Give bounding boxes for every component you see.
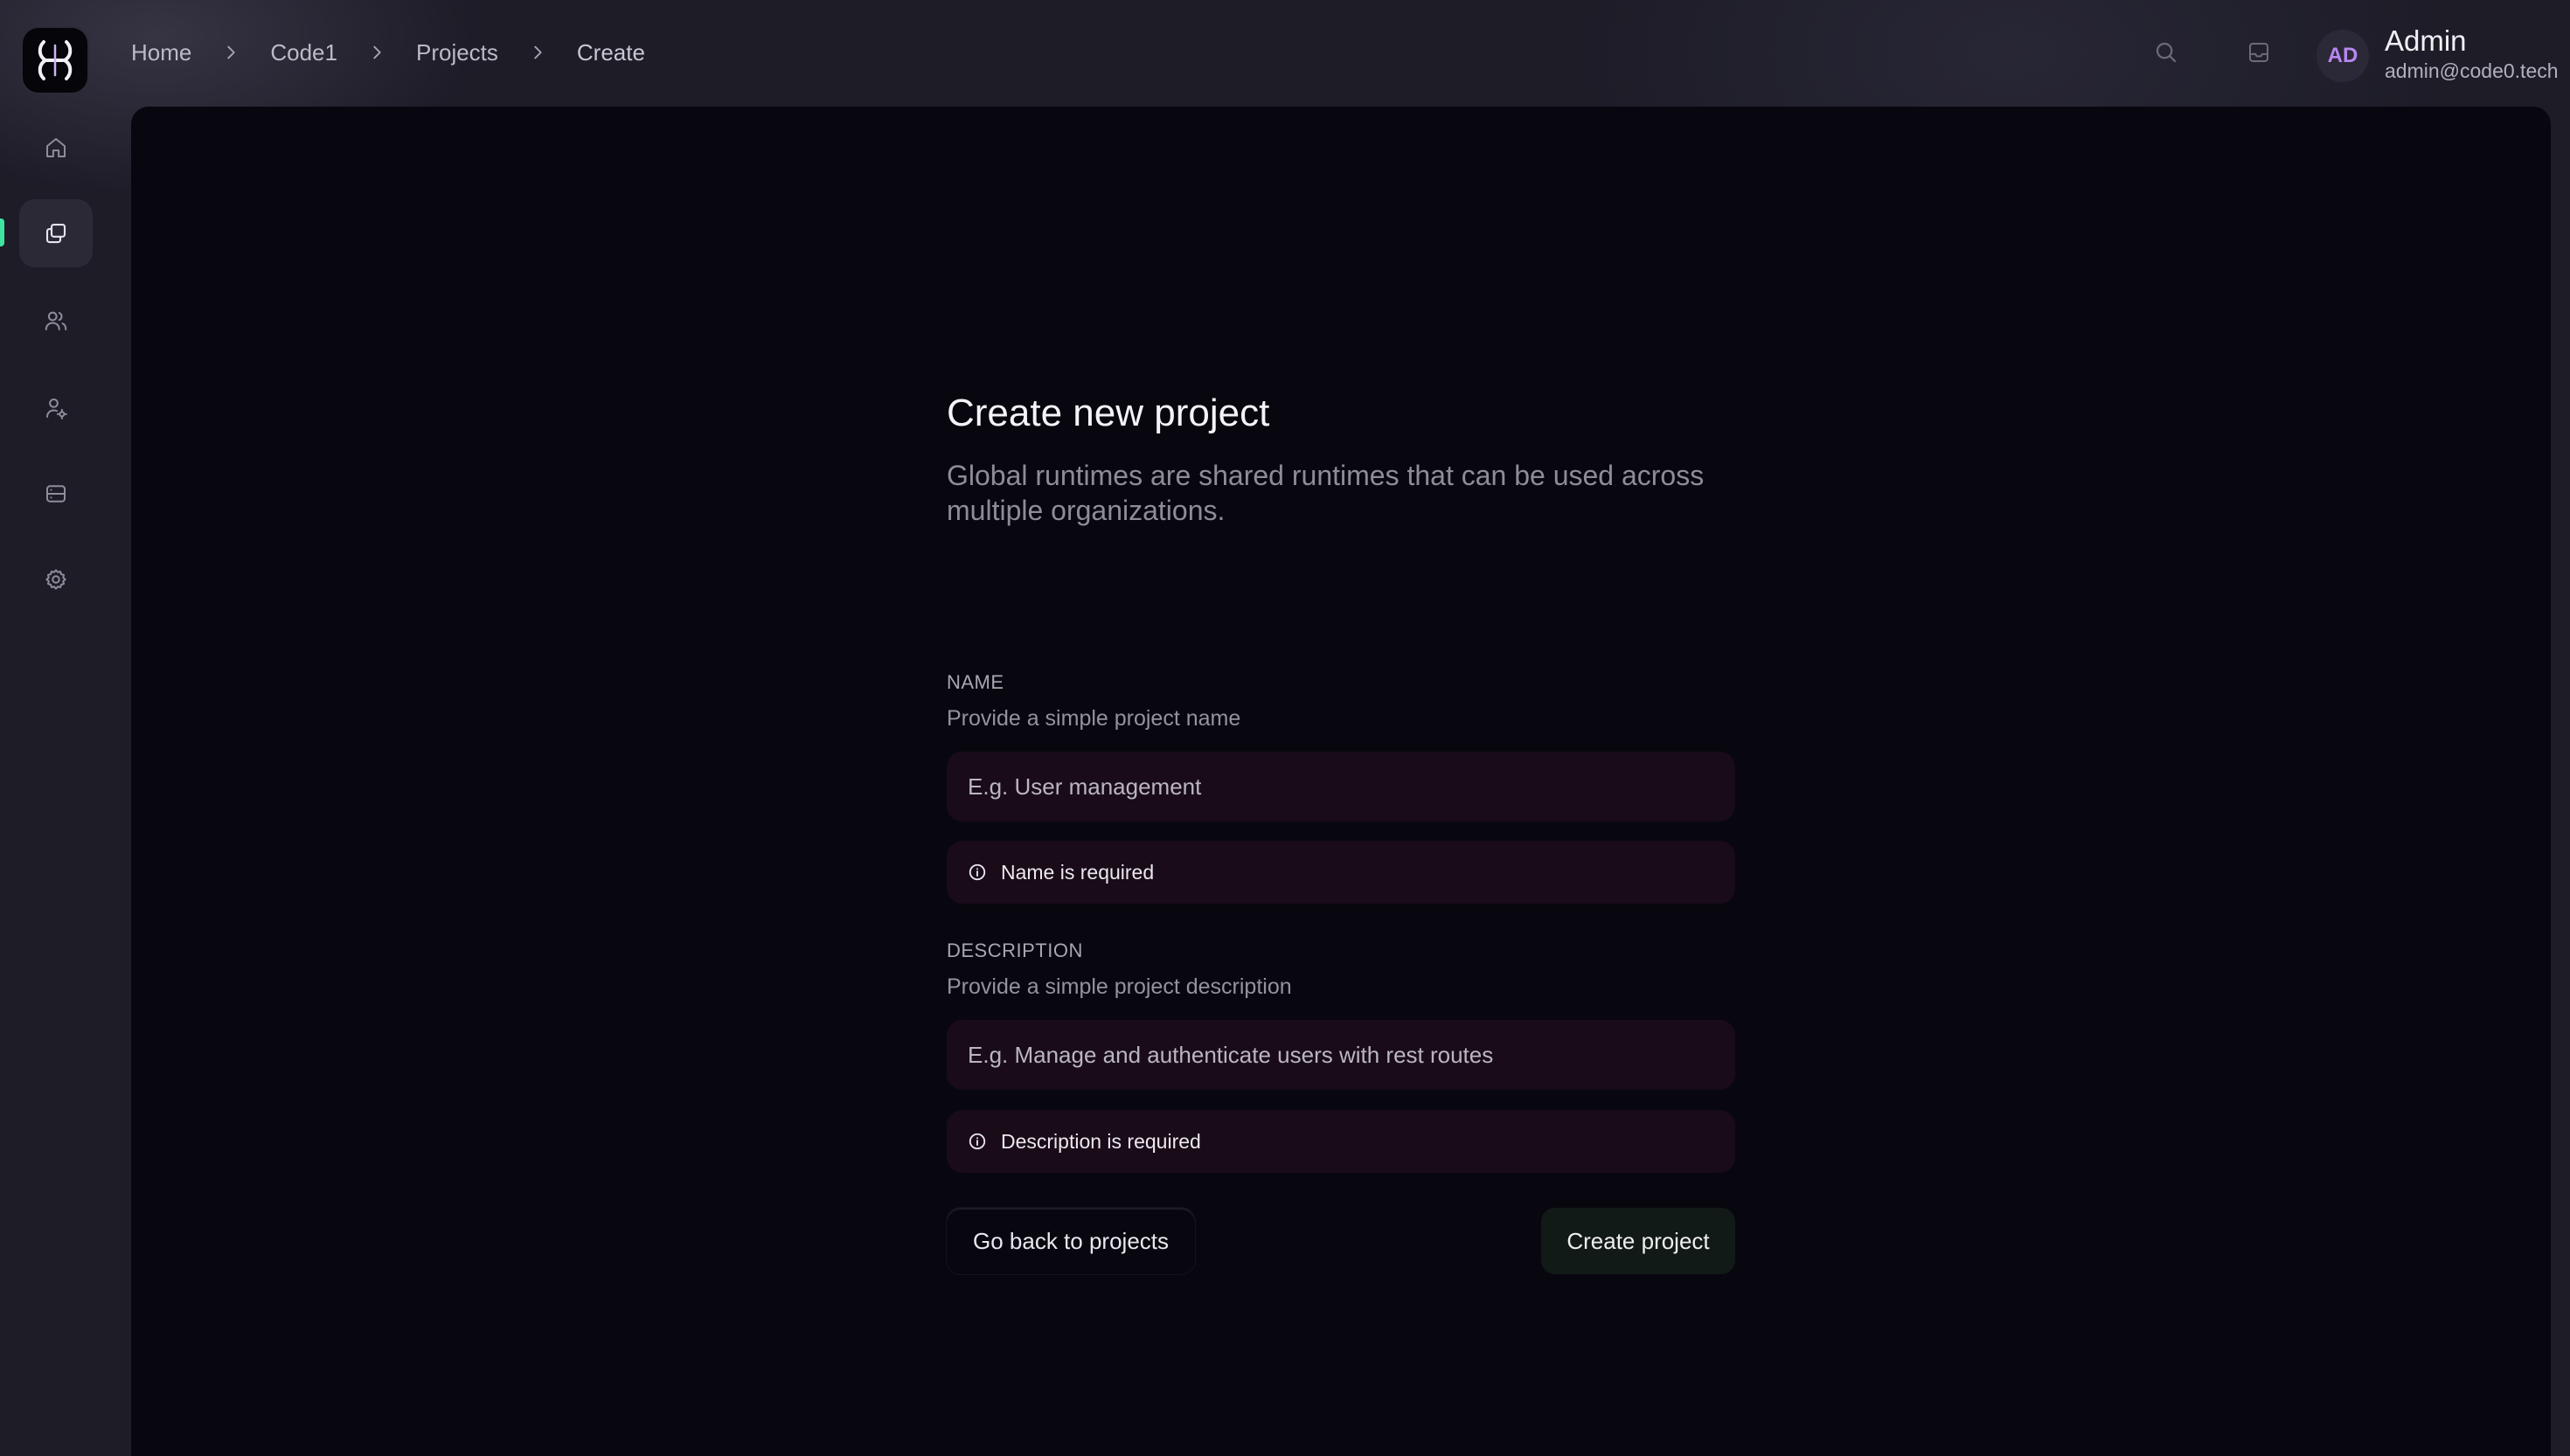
settings-icon [45,569,66,590]
active-nav-indicator [0,218,4,246]
page-subtitle: Global runtimes are shared runtimes that… [947,460,1705,526]
page-title: Create new project [947,392,1270,434]
sidebar-item-server[interactable] [19,460,93,528]
sidebar-item-user-settings[interactable] [19,374,93,442]
sidebar-item-projects[interactable] [19,199,93,267]
chevron-right-icon [528,43,547,62]
chevron-right-icon [367,43,386,62]
name-label: NAME [947,671,1004,693]
sidebar [0,0,131,1456]
users-icon [45,311,67,330]
breadcrumb-home[interactable]: Home [131,39,191,66]
avatar[interactable]: AD [2316,30,2369,82]
project-name-input[interactable] [947,752,1735,822]
sidebar-item-home[interactable] [19,114,93,182]
main-panel: Create new project Global runtimes are s… [131,107,2551,1456]
chevron-right-icon [221,43,240,62]
name-error: Name is required [947,841,1735,904]
search-icon [2156,42,2177,63]
sidebar-item-users[interactable] [19,287,93,355]
go-back-button[interactable]: Go back to projects [947,1208,1195,1274]
name-hint: Provide a simple project name [947,706,1241,731]
description-error: Description is required [947,1110,1735,1173]
info-circle-icon [969,1133,986,1150]
breadcrumb-organization[interactable]: Code1 [270,39,337,66]
code0-logo-icon [38,40,73,80]
breadcrumb-current: Create [576,38,645,66]
user-email: admin@code0.tech [2385,59,2559,82]
app-logo[interactable] [23,28,87,93]
description-label: DESCRIPTION [947,939,1083,961]
user-name: Admin [2385,24,2467,57]
info-circle-icon [969,863,986,881]
project-description-input[interactable] [947,1020,1735,1090]
sidebar-item-settings[interactable] [19,545,93,614]
description-hint: Provide a simple project description [947,974,1292,999]
inbox-button[interactable] [2241,35,2276,70]
search-button[interactable] [2149,35,2184,70]
breadcrumb: Home Code1 Projects Create [131,35,645,70]
projects-icon [45,223,66,244]
description-error-text: Description is required [1001,1129,1201,1153]
home-icon [46,138,66,157]
name-error-text: Name is required [1001,860,1155,884]
create-project-button[interactable]: Create project [1541,1208,1735,1274]
server-icon [46,485,66,503]
user-settings-icon [46,399,67,419]
inbox-icon [2249,43,2268,62]
breadcrumb-projects[interactable]: Projects [416,39,498,66]
